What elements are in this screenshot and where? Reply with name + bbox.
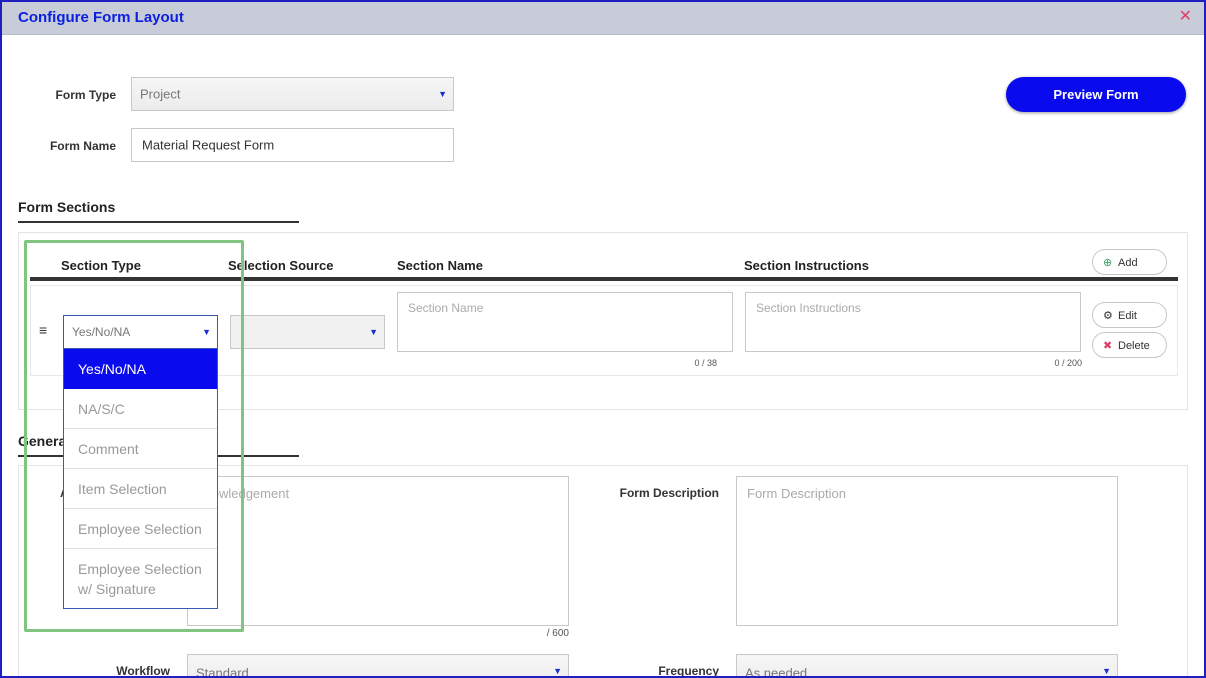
close-icon[interactable]: ✕ [1179, 8, 1192, 26]
col-section-type: Section Type [61, 258, 141, 273]
acknowledgement-textarea[interactable]: knowledgement [187, 476, 569, 626]
workflow-label: Workflow [116, 664, 170, 678]
add-button-label: Add [1118, 256, 1138, 269]
modal-title: Configure Form Layout [18, 9, 184, 26]
add-section-button[interactable]: ⊕ Add [1092, 249, 1167, 275]
dropdown-option-item-selection[interactable]: Item Selection [64, 469, 217, 509]
col-section-instructions: Section Instructions [744, 258, 869, 273]
gear-icon: ⚙ [1103, 309, 1113, 322]
modal-titlebar: Configure Form Layout ✕ [2, 2, 1204, 35]
col-section-name: Section Name [397, 258, 483, 273]
section-name-counter: 0 / 38 [694, 358, 717, 368]
chevron-down-icon: ▼ [438, 89, 447, 99]
dropdown-option-employee-selection-signature[interactable]: Employee Selection w/ Signature [64, 549, 217, 608]
table-header-divider [30, 277, 1178, 281]
form-sections-underline [18, 221, 299, 223]
form-name-input[interactable]: Material Request Form [131, 128, 454, 162]
section-instructions-placeholder: Section Instructions [756, 301, 861, 315]
form-type-label: Form Type [55, 88, 116, 102]
dropdown-option-na-s-c[interactable]: NA/S/C [64, 389, 217, 429]
form-description-placeholder: Form Description [747, 486, 846, 501]
close-icon: ✖ [1103, 339, 1113, 352]
drag-handle-icon[interactable]: ≡ [39, 322, 47, 338]
section-type-dropdown-list: Yes/No/NA NA/S/C Comment Item Selection … [63, 348, 218, 609]
form-name-value: Material Request Form [142, 137, 275, 153]
form-sections-title: Form Sections [18, 199, 116, 215]
dropdown-option-yes-no-na[interactable]: Yes/No/NA [64, 349, 217, 389]
delete-section-button[interactable]: ✖ Delete [1092, 332, 1167, 358]
form-type-select[interactable]: Project ▼ [131, 77, 454, 111]
form-description-textarea[interactable]: Form Description [736, 476, 1118, 626]
workflow-value: Standard [196, 665, 249, 678]
plus-circle-icon: ⊕ [1103, 256, 1113, 269]
chevron-down-icon: ▼ [369, 327, 378, 337]
dropdown-option-comment[interactable]: Comment [64, 429, 217, 469]
preview-form-button[interactable]: Preview Form [1006, 77, 1186, 112]
acknowledgement-counter: / 600 [546, 628, 569, 639]
frequency-select[interactable]: As needed ▼ [736, 654, 1118, 678]
section-name-placeholder: Section Name [408, 301, 484, 315]
section-type-select[interactable]: Yes/No/NA ▼ [63, 315, 218, 349]
form-type-value: Project [140, 86, 181, 102]
form-name-label: Form Name [49, 139, 116, 153]
frequency-label: Frequency [658, 664, 719, 678]
general-section-title: Genera [18, 433, 67, 449]
section-instructions-counter: 0 / 200 [1054, 358, 1082, 368]
section-instructions-textarea[interactable]: Section Instructions [745, 292, 1081, 352]
selection-source-select[interactable]: ▼ [230, 315, 385, 349]
workflow-select[interactable]: Standard ▼ [187, 654, 569, 678]
form-description-label: Form Description [619, 486, 719, 500]
dropdown-option-employee-selection[interactable]: Employee Selection [64, 509, 217, 549]
configure-form-layout-modal: Configure Form Layout ✕ Form Type Projec… [0, 0, 1206, 678]
edit-button-label: Edit [1118, 309, 1137, 322]
section-name-textarea[interactable]: Section Name [397, 292, 733, 352]
col-selection-source: Selection Source [228, 258, 334, 273]
frequency-value: As needed [745, 665, 808, 678]
delete-button-label: Delete [1118, 339, 1150, 352]
chevron-down-icon: ▼ [553, 666, 562, 676]
section-type-value: Yes/No/NA [72, 325, 131, 339]
edit-section-button[interactable]: ⚙ Edit [1092, 302, 1167, 328]
chevron-down-icon: ▼ [1102, 666, 1111, 676]
chevron-down-icon: ▼ [202, 327, 211, 337]
